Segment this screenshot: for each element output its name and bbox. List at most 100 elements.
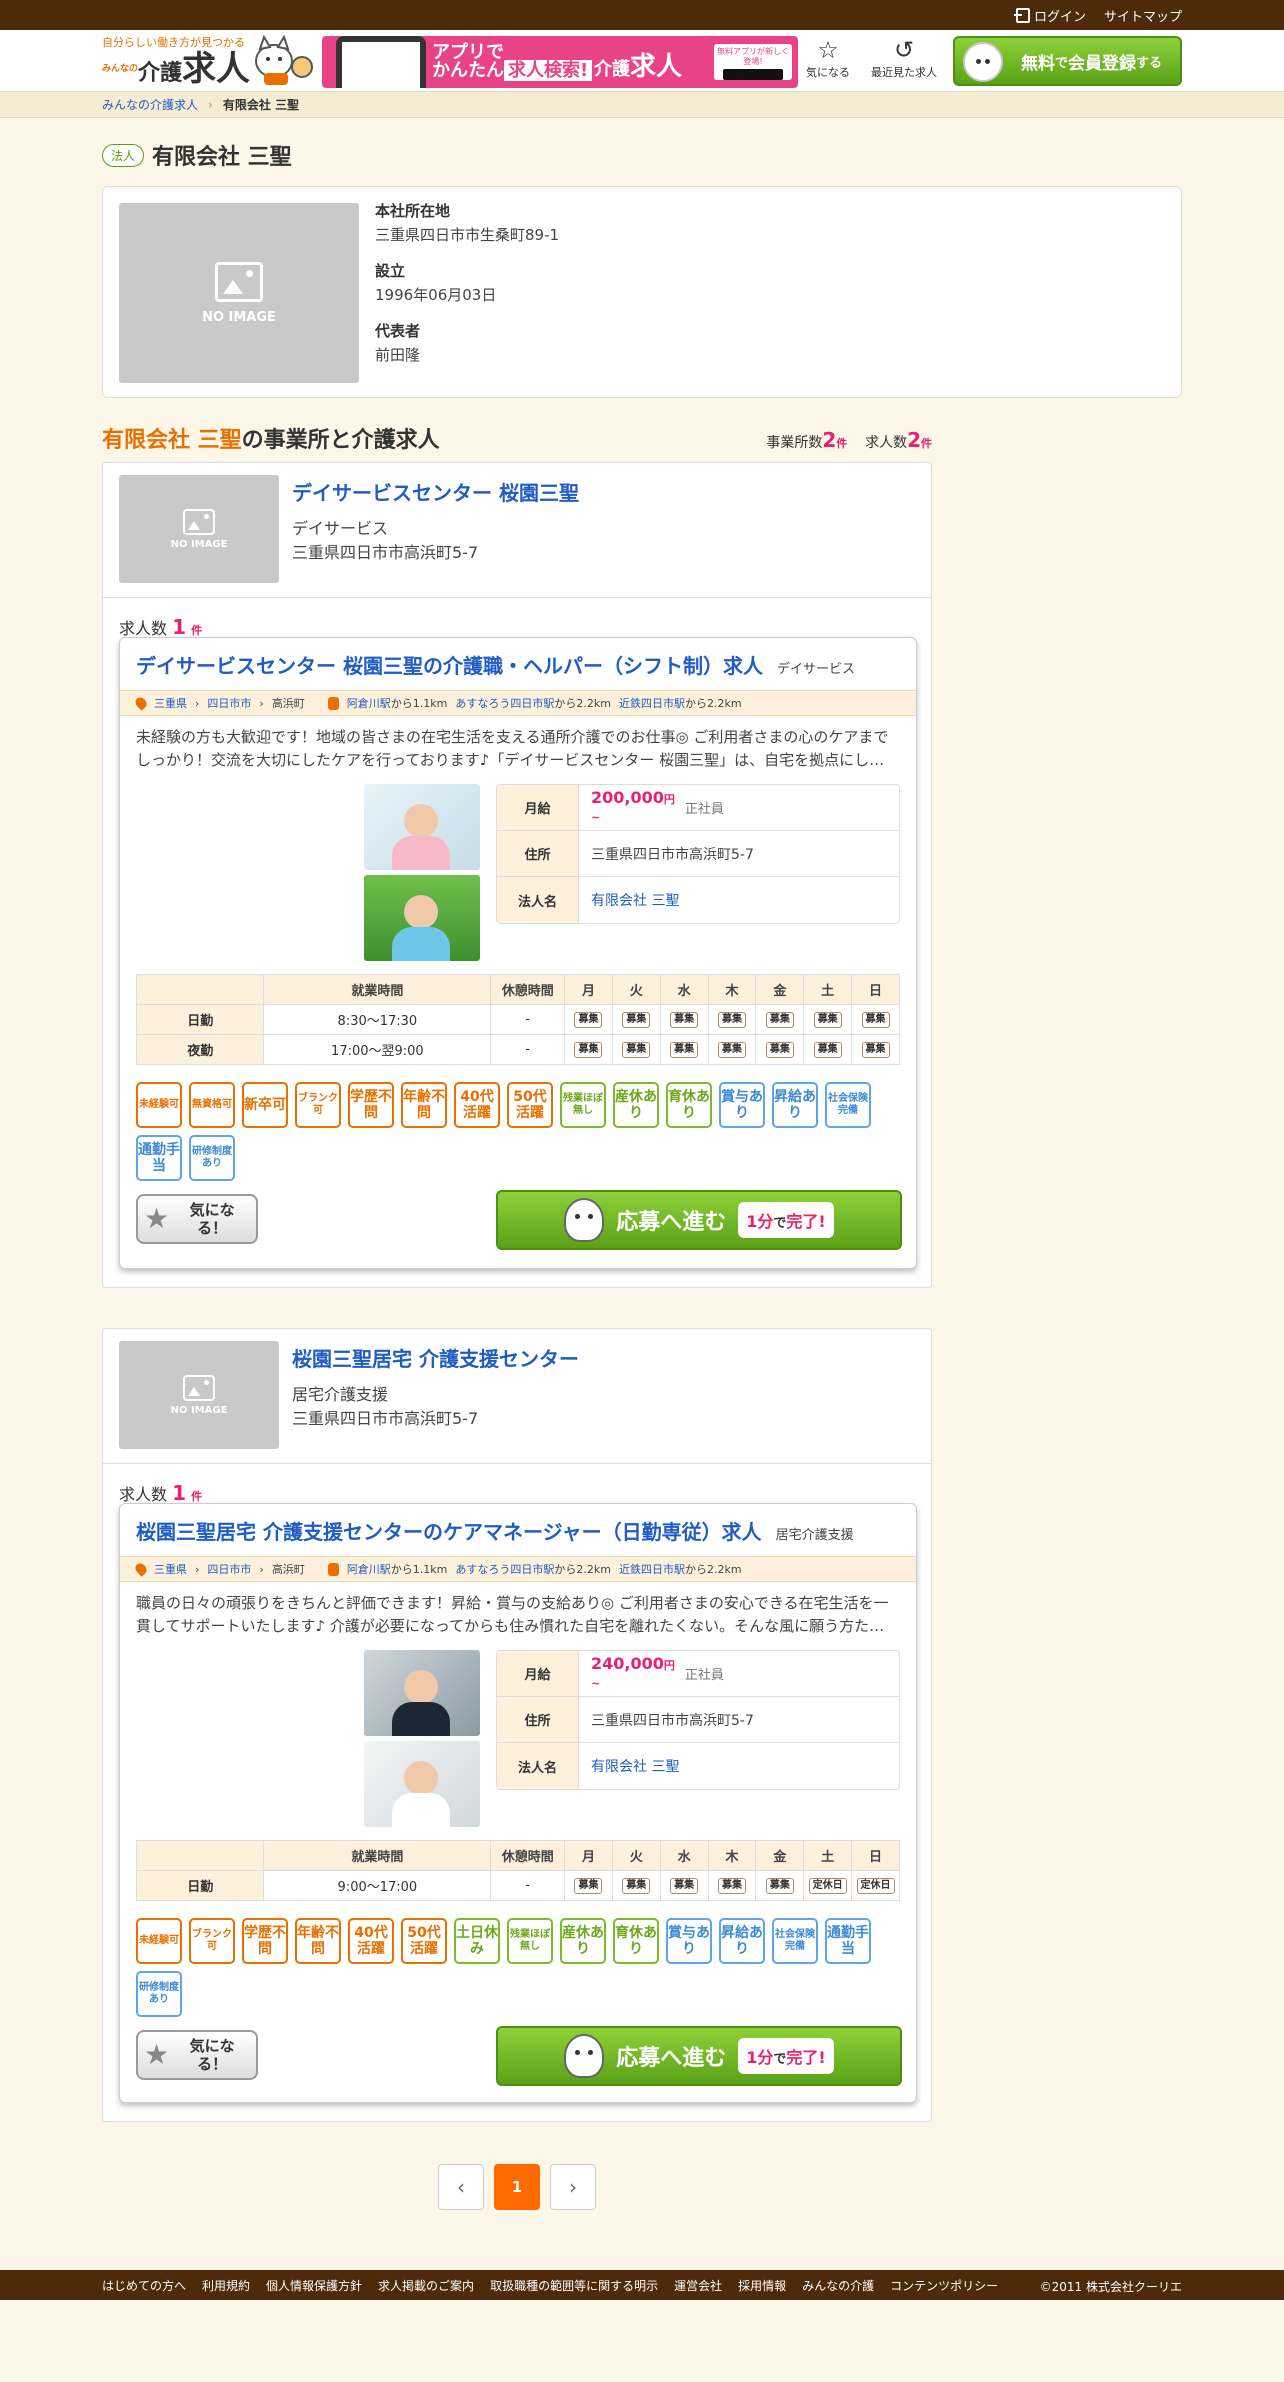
breadcrumb-home[interactable]: みんなの介護求人 bbox=[102, 96, 198, 113]
schedule-row: 夜勤 17:00～翌9:00- 募集 募集 募集 募集 募集 募集 募集 bbox=[135, 1034, 900, 1065]
speech-bubble: 1分で完了! bbox=[738, 1202, 834, 1238]
schedule-header: 金 bbox=[755, 974, 805, 1005]
prev-page-button[interactable]: ‹ bbox=[438, 2164, 484, 2210]
job-address: 三重県四日市市高浜町5-7 bbox=[591, 846, 754, 863]
hq-address: 三重県四日市市生桑町89-1 bbox=[375, 226, 560, 244]
cat-face-icon bbox=[963, 42, 1003, 82]
speech-bubble: 1分で完了! bbox=[738, 2038, 834, 2074]
employment-type: 正社員 bbox=[684, 802, 724, 817]
job-title-link[interactable]: デイサービスセンター 桜園三聖の介護職・ヘルパー（シフト制）求人 bbox=[136, 650, 763, 679]
section-title: 有限会社 三聖の事業所と介護求人 bbox=[102, 428, 440, 453]
image-icon bbox=[183, 508, 215, 535]
apply-button[interactable]: 応募へ進む 1分で完了! bbox=[496, 2026, 902, 2086]
feature-tag: 学歴不問 bbox=[348, 1082, 394, 1128]
chevron-left-icon: ‹ bbox=[457, 2175, 465, 2199]
page-title: 有限会社 三聖 bbox=[152, 145, 292, 170]
feature-tag: 賞与あり bbox=[719, 1082, 765, 1128]
job-info-table: 月給 200,000円 ~ 正社員 住所 三重県四日市市高浜町5-7 法人名 有限会社 三… bbox=[496, 784, 900, 924]
recent-jobs-link[interactable]: ↺ 最近見た求人 bbox=[866, 36, 942, 80]
next-page-button[interactable]: › bbox=[550, 2164, 596, 2210]
recruit-chip: 募集 bbox=[718, 1878, 746, 1894]
recruit-chip: 募集 bbox=[718, 1012, 746, 1028]
page-1[interactable]: 1 bbox=[494, 2164, 540, 2210]
schedule-header: 土 bbox=[803, 974, 853, 1005]
footer-link[interactable]: はじめての方へ bbox=[102, 2277, 186, 2294]
salary: 240,000円 ~ bbox=[591, 1653, 675, 1690]
office-type: デイサービス bbox=[292, 519, 389, 538]
login-icon bbox=[1013, 7, 1030, 23]
register-button[interactable]: 無料で会員登録 する bbox=[953, 36, 1182, 86]
feature-tag: 土日休み bbox=[454, 1918, 500, 1964]
feature-tag: 社会保険完備 bbox=[772, 1918, 818, 1964]
feature-tag: 通勤手当 bbox=[136, 1135, 182, 1181]
image-icon bbox=[215, 261, 263, 302]
favorites-link[interactable]: ☆ 気になる bbox=[793, 36, 863, 80]
favorite-button[interactable]: ★ 気になる！ bbox=[136, 2030, 258, 2080]
top-bar: ログイン サイトマップ bbox=[0, 0, 1284, 30]
footer-link[interactable]: 運営会社 bbox=[674, 2277, 722, 2294]
feature-tag: 40代活躍 bbox=[454, 1082, 500, 1128]
feature-tag: 育休あり bbox=[613, 1918, 659, 1964]
recruit-chip: 募集 bbox=[670, 1042, 699, 1058]
offices-section-header: 有限会社 三聖の事業所と介護求人 事業所数2件 求人数2件 bbox=[102, 422, 932, 454]
corporation-link[interactable]: 有限会社 三聖 bbox=[591, 1756, 679, 1776]
footer-link[interactable]: 求人掲載のご案内 bbox=[378, 2277, 474, 2294]
feature-tag: 無資格可 bbox=[189, 1082, 235, 1128]
schedule-table: 就業時間 休憩時間月火水木金土日日勤 9:00～17:00- 募集 募集 募集 募集 募集 定休… bbox=[135, 1840, 900, 1901]
office-type: 居宅介護支援 bbox=[292, 1385, 389, 1404]
recruit-chip: 募集 bbox=[861, 1012, 890, 1028]
recruit-chip: 募集 bbox=[574, 1042, 603, 1058]
footer-link[interactable]: 採用情報 bbox=[738, 2277, 786, 2294]
schedule-header: 火 bbox=[611, 974, 661, 1005]
login-link[interactable]: ログイン bbox=[1013, 6, 1086, 25]
breadcrumb-current: 有限会社 三聖 bbox=[222, 98, 300, 112]
corporation-link[interactable]: 有限会社 三聖 bbox=[591, 890, 679, 910]
footer-link[interactable]: 取扱職種の範囲等に関する明示 bbox=[490, 2277, 658, 2294]
job-description: 職員の日々の頑張りをきちんと評価できます！昇給・賞与の支給あり◎ ご利用者さまの… bbox=[136, 1594, 889, 1635]
schedule-header: 休憩時間 bbox=[490, 1840, 566, 1871]
job-photo bbox=[364, 875, 480, 961]
representative: 前田隆 bbox=[375, 346, 421, 364]
recruit-chip: 募集 bbox=[670, 1878, 699, 1894]
feature-tag: 社会保険完備 bbox=[825, 1082, 871, 1128]
schedule-row: 日勤 8:30～17:30- 募集 募集 募集 募集 募集 募集 募集 bbox=[135, 1004, 900, 1035]
breadcrumb: みんなの介護求人 › 有限会社 三聖 bbox=[0, 92, 1284, 118]
job-location: 三重県 › 四日市市 › 高浜町 阿倉川駅から1.1km あすなろう四日市駅から2.… bbox=[120, 690, 916, 716]
app-store-badge bbox=[723, 69, 783, 80]
office-image-placeholder: NO IMAGE bbox=[119, 475, 279, 583]
app-banner[interactable]: アプリで かんたん 求人検索! 介護求人 無料アプリが新しく登場! bbox=[322, 36, 798, 88]
job-count: 求人数 1 件 bbox=[119, 1481, 203, 1505]
feature-tag: 新卒可 bbox=[242, 1082, 288, 1128]
map-pin-icon bbox=[133, 1561, 149, 1577]
footer-link[interactable]: コンテンツポリシー bbox=[890, 2277, 998, 2294]
image-icon bbox=[183, 1374, 215, 1401]
office-name-link[interactable]: 桜園三聖居宅 介護支援センター bbox=[292, 1343, 579, 1372]
recruit-chip: 募集 bbox=[718, 1042, 746, 1058]
feature-tag: 通勤手当 bbox=[825, 1918, 871, 1964]
job-title-link[interactable]: 桜園三聖居宅 介護支援センターのケアマネージャー（日勤専従）求人 bbox=[136, 1516, 762, 1545]
footer-link[interactable]: 個人情報保護方針 bbox=[266, 2277, 362, 2294]
shift-hours: 17:00～翌9:00 bbox=[263, 1034, 492, 1065]
feature-tag: 育休あり bbox=[666, 1082, 712, 1128]
site-footer: はじめての方へ 利用規約 個人情報保護方針 求人掲載のご案内 取扱職種の範囲等に関する明… bbox=[0, 2270, 1284, 2300]
star-icon: ★ bbox=[144, 2038, 170, 2071]
schedule-table: 就業時間 休憩時間月火水木金土日日勤 8:30～17:30- 募集 募集 募集 募集 募集 募集… bbox=[135, 974, 900, 1065]
schedule-header: 休憩時間 bbox=[490, 974, 566, 1005]
corporation-badge: 法人 bbox=[102, 143, 145, 167]
office-name-link[interactable]: デイサービスセンター 桜園三聖 bbox=[292, 477, 579, 506]
cat-mascot-icon bbox=[255, 35, 313, 85]
site-header: 自分らしい働き方が見つかる みんなの介護求人 アプリで かんたん 求人検索! 介護求… bbox=[0, 30, 1284, 92]
map-pin-icon bbox=[133, 695, 149, 711]
footer-link[interactable]: 利用規約 bbox=[202, 2277, 250, 2294]
recruit-chip: 募集 bbox=[765, 1012, 794, 1028]
job-photos bbox=[364, 784, 480, 966]
feature-tag: 研修制度あり bbox=[136, 1971, 182, 2017]
footer-link[interactable]: みんなの介護 bbox=[802, 2277, 874, 2294]
site-logo[interactable]: 自分らしい働き方が見つかる みんなの介護求人 bbox=[102, 34, 252, 88]
feature-tag: 残業ほぼ無し bbox=[560, 1082, 606, 1128]
favorite-button[interactable]: ★ 気になる！ bbox=[136, 1194, 258, 1244]
sitemap-link[interactable]: サイトマップ bbox=[1104, 6, 1182, 25]
job-photo bbox=[364, 1741, 480, 1827]
chevron-right-icon: › bbox=[569, 2175, 577, 2199]
apply-button[interactable]: 応募へ進む 1分で完了! bbox=[496, 1190, 902, 1250]
